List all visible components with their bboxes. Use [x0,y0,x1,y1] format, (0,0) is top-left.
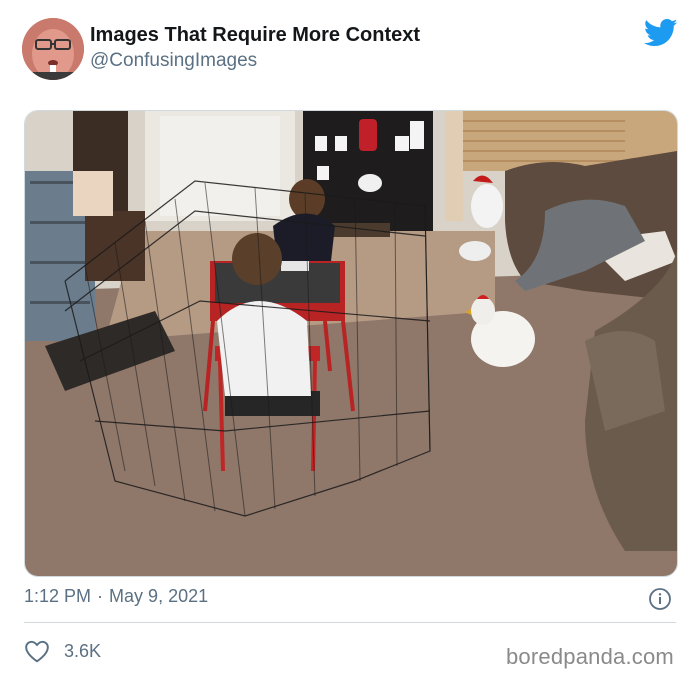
divider [24,622,676,623]
avatar-image [22,18,84,80]
tweet-card: Images That Require More Context @Confus… [0,0,700,678]
boredpanda-watermark: boredpanda.com [506,644,674,669]
tweet-photo[interactable] [24,110,678,577]
tweet-time: 1:12 PM [24,586,92,606]
info-icon[interactable] [648,587,672,611]
twitter-bird-icon[interactable] [644,18,678,48]
photo-scene [25,111,677,576]
author-display-name[interactable]: Images That Require More Context [90,24,420,47]
like-button[interactable]: 3.6K [24,638,101,664]
tweet-timestamp[interactable]: 1:12 PM · May 9, 2021 [24,586,208,607]
heart-icon [25,640,49,663]
meta-separator: · [97,586,104,606]
like-count: 3.6K [64,640,102,661]
tweet-date: May 9, 2021 [109,586,209,606]
author-avatar[interactable] [22,18,84,80]
author-handle[interactable]: @ConfusingImages [90,50,257,72]
